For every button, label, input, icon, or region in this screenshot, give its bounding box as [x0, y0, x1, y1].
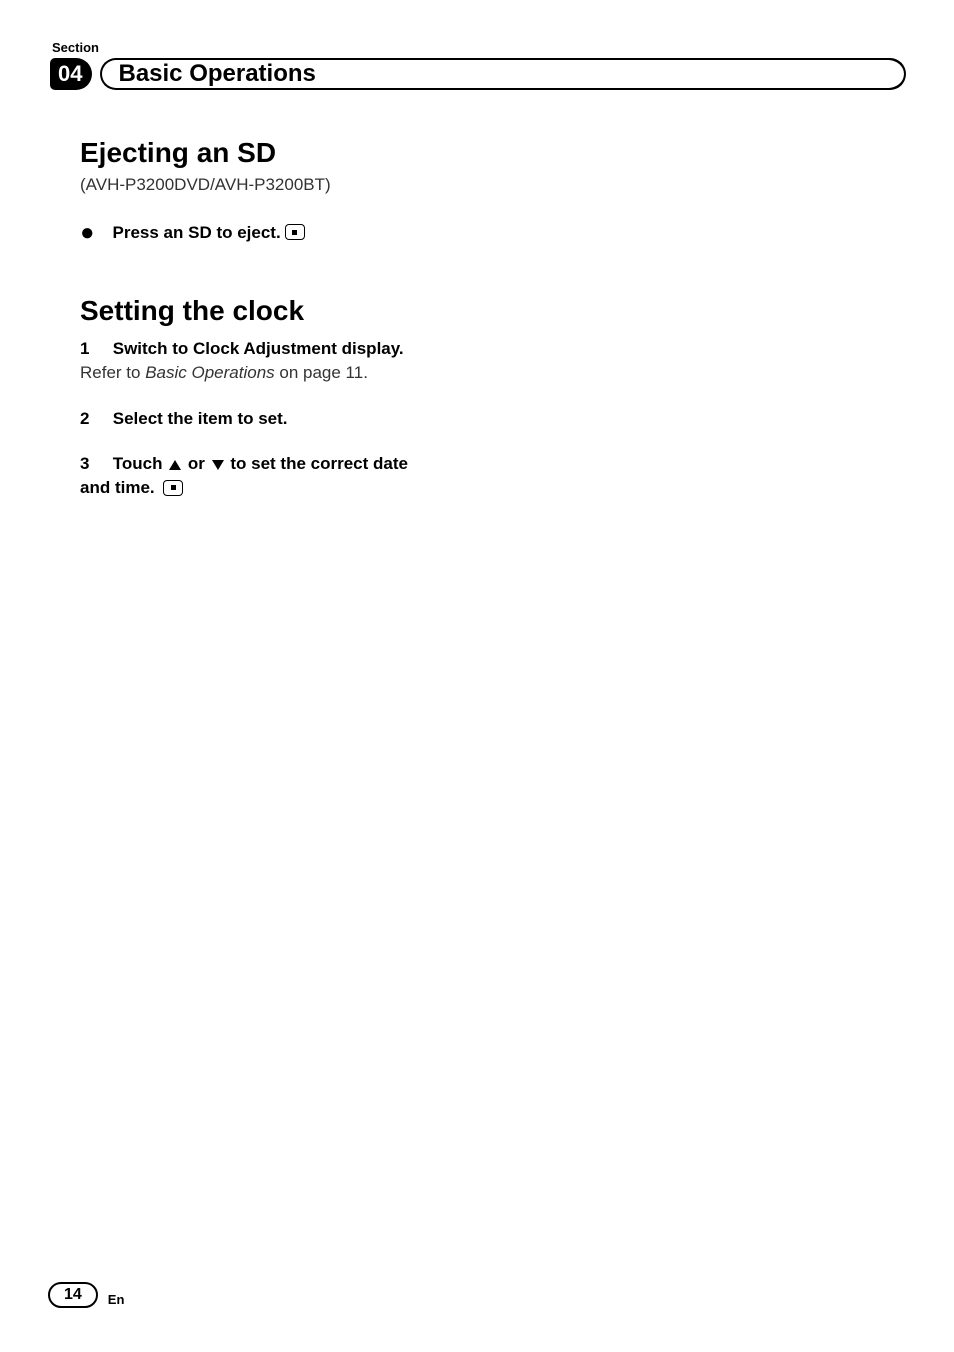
language-label: En	[108, 1292, 125, 1307]
triangle-down-icon	[212, 460, 224, 470]
heading-setting-clock: Setting the clock	[80, 295, 443, 327]
header-title: Basic Operations	[118, 60, 315, 88]
step-3-line2: and time.	[80, 476, 443, 500]
end-of-section-icon	[163, 480, 183, 496]
step-3-mid: or	[183, 454, 209, 473]
refer-suffix: on page 11.	[275, 363, 368, 382]
header-bar: 04 Basic Operations	[50, 57, 904, 91]
step-2-number: 2	[80, 407, 108, 431]
section-label: Section	[52, 40, 904, 55]
eject-instruction-line: ● Press an SD to eject.	[80, 221, 443, 245]
step-1: 1 Switch to Clock Adjustment display.	[80, 337, 443, 361]
heading-ejecting-sd: Ejecting an SD	[80, 137, 443, 169]
step-2: 2 Select the item to set.	[80, 407, 443, 431]
step-3-number: 3	[80, 452, 108, 476]
step-1-number: 1	[80, 337, 108, 361]
bullet-icon: ●	[80, 221, 95, 245]
step-3-prefix: Touch	[113, 454, 167, 473]
step-3-suffix: to set the correct date	[226, 454, 408, 473]
step-2-text: Select the item to set.	[113, 409, 288, 428]
header-title-box: Basic Operations	[100, 58, 904, 90]
page-number-badge: 14	[48, 1282, 98, 1308]
refer-italic: Basic Operations	[145, 363, 274, 382]
triangle-up-icon	[169, 460, 181, 470]
step-1-reference: Refer to Basic Operations on page 11.	[80, 361, 443, 385]
model-subtitle: (AVH-P3200DVD/AVH-P3200BT)	[80, 175, 443, 195]
end-of-section-icon	[285, 224, 305, 240]
refer-prefix: Refer to	[80, 363, 145, 382]
footer: 14 En	[48, 1282, 124, 1308]
step-3-line1: 3 Touch or to set the correct date	[80, 452, 443, 476]
step-3-line2-text: and time.	[80, 478, 155, 497]
step-1-text: Switch to Clock Adjustment display.	[113, 339, 404, 358]
section-number-badge: 04	[50, 58, 92, 90]
eject-instruction-text: Press an SD to eject.	[113, 223, 281, 243]
